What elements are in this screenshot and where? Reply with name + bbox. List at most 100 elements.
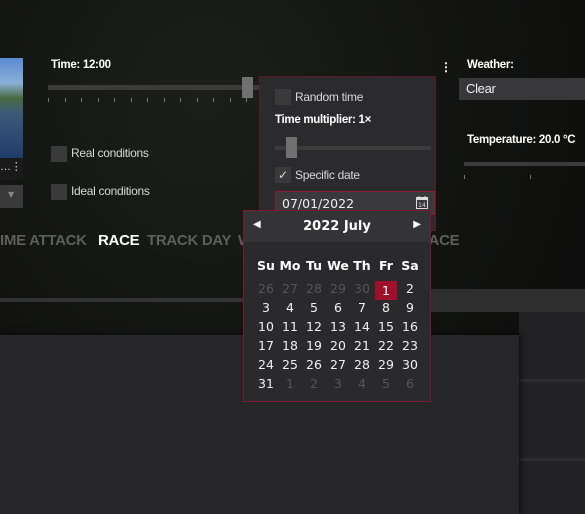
calendar-day[interactable]: 21 [351, 338, 373, 353]
time-slider-tick [147, 98, 148, 102]
weekday-header: Th [353, 258, 371, 273]
time-slider-tick [130, 98, 132, 102]
weekday-header: Fr [379, 258, 393, 273]
calendar-day[interactable]: 20 [327, 338, 349, 353]
thumbnail-caption: …⋮ [0, 158, 23, 180]
right-line [519, 379, 585, 382]
calendar-day[interactable]: 17 [255, 338, 277, 353]
time-label: Time: 12:00 [51, 59, 111, 71]
time-multiplier-track[interactable] [275, 146, 431, 150]
calendar-day[interactable]: 13 [327, 319, 349, 334]
more-icon[interactable]: ⋮ [11, 161, 22, 173]
calendar-day[interactable]: 10 [255, 319, 277, 334]
specific-date-label: Specific date [295, 168, 360, 182]
calendar-day[interactable]: 28 [351, 357, 373, 372]
calendar-day[interactable]: 15 [375, 319, 397, 334]
time-slider-tick [48, 98, 49, 102]
calendar-day[interactable]: 1 [375, 281, 397, 300]
calendar-day[interactable]: 8 [375, 300, 397, 315]
random-time-label: Random time [295, 90, 364, 104]
weekday-header: Su [257, 258, 275, 273]
weather-label: Weather: [467, 59, 514, 71]
time-multiplier-label: Time multiplier: 1× [275, 114, 372, 126]
calendar-day[interactable]: 24 [255, 357, 277, 372]
random-time-checkbox[interactable] [275, 89, 291, 105]
calendar-day[interactable]: 7 [351, 300, 373, 315]
calendar-day[interactable]: 18 [279, 338, 301, 353]
date-value: 07/01/2022 [282, 196, 355, 211]
calendar-title: 2022 July [303, 219, 371, 234]
time-slider-tick [196, 98, 198, 102]
track-layout-dropdown[interactable]: ▼ [0, 185, 23, 208]
temperature-label: Temperature: 20.0 °C [467, 134, 576, 146]
time-slider-tick [81, 98, 82, 102]
more-options-icon[interactable]: ⋮ [440, 60, 452, 74]
time-multiplier-thumb[interactable] [286, 137, 297, 158]
weekday-header: We [327, 258, 349, 273]
calendar-header: ◀ 2022 July ▶ [244, 211, 430, 242]
weather-value: Clear [466, 81, 496, 96]
time-slider-tick [163, 98, 165, 102]
ideal-conditions-checkbox[interactable] [51, 184, 67, 200]
time-slider-tick [180, 98, 181, 102]
calendar-day[interactable]: 3 [327, 376, 349, 391]
calendar-day[interactable]: 27 [279, 281, 301, 296]
chevron-down-icon: ▼ [8, 190, 15, 199]
calendar-day[interactable]: 4 [351, 376, 373, 391]
calendar-day[interactable]: 2 [303, 376, 325, 391]
svg-text:14: 14 [418, 202, 426, 209]
calendar-day[interactable]: 5 [303, 300, 325, 315]
calendar-day[interactable]: 22 [375, 338, 397, 353]
calendar-day[interactable]: 4 [279, 300, 301, 315]
calendar-day[interactable]: 27 [327, 357, 349, 372]
calendar-day[interactable]: 26 [303, 357, 325, 372]
tab-race[interactable]: RACE [98, 232, 140, 249]
calendar-day[interactable]: 29 [327, 281, 349, 296]
temperature-tick [530, 175, 531, 179]
calendar-icon[interactable]: 14 [416, 196, 428, 209]
weekday-header: Sa [401, 258, 419, 273]
time-slider-tick [64, 98, 66, 102]
calendar-day[interactable]: 6 [327, 300, 349, 315]
right-panel [519, 312, 585, 514]
calendar-day[interactable]: 11 [279, 319, 301, 334]
real-conditions-checkbox[interactable] [51, 146, 67, 162]
time-slider-tick [97, 98, 99, 102]
calendar-day[interactable]: 1 [279, 376, 301, 391]
time-slider-thumb[interactable] [242, 77, 253, 98]
track-thumbnail[interactable] [0, 58, 23, 158]
calendar-day[interactable]: 29 [375, 357, 397, 372]
calendar-day[interactable]: 12 [303, 319, 325, 334]
time-slider-tick [229, 98, 231, 102]
calendar-day[interactable]: 19 [303, 338, 325, 353]
calendar-day[interactable]: 26 [255, 281, 277, 296]
calendar-day[interactable]: 3 [255, 300, 277, 315]
calendar-day[interactable]: 14 [351, 319, 373, 334]
calendar-day[interactable]: 9 [399, 300, 421, 315]
check-icon: ✓ [277, 168, 289, 182]
calendar-popup: ◀ 2022 July ▶ Su Mo Tu We Th Fr Sa 26 27 28 29 30 1 2… [243, 210, 431, 402]
calendar-day[interactable]: 31 [255, 376, 277, 391]
calendar-day[interactable]: 16 [399, 319, 421, 334]
time-slider-tick [246, 98, 247, 102]
calendar-day[interactable]: 30 [351, 281, 373, 296]
right-strip [430, 289, 585, 312]
calendar-day[interactable]: 2 [399, 281, 421, 296]
real-conditions-label: Real conditions [71, 146, 149, 160]
tab-time-attack[interactable]: IME ATTACK [0, 232, 87, 249]
tab-track-day[interactable]: TRACK DAY [147, 232, 232, 249]
calendar-day[interactable]: 25 [279, 357, 301, 372]
calendar-day[interactable]: 5 [375, 376, 397, 391]
time-slider-tick [213, 98, 214, 102]
weather-dropdown[interactable]: Clear [459, 78, 585, 100]
calendar-day[interactable]: 28 [303, 281, 325, 296]
time-slider-track[interactable] [48, 85, 260, 90]
temperature-tick [464, 175, 465, 179]
calendar-day[interactable]: 6 [399, 376, 421, 391]
next-month-button[interactable]: ▶ [413, 219, 421, 230]
calendar-day[interactable]: 30 [399, 357, 421, 372]
divider [0, 298, 250, 302]
temperature-slider-track[interactable] [464, 162, 585, 166]
calendar-day[interactable]: 23 [399, 338, 421, 353]
specific-date-checkbox[interactable]: ✓ [275, 167, 291, 183]
